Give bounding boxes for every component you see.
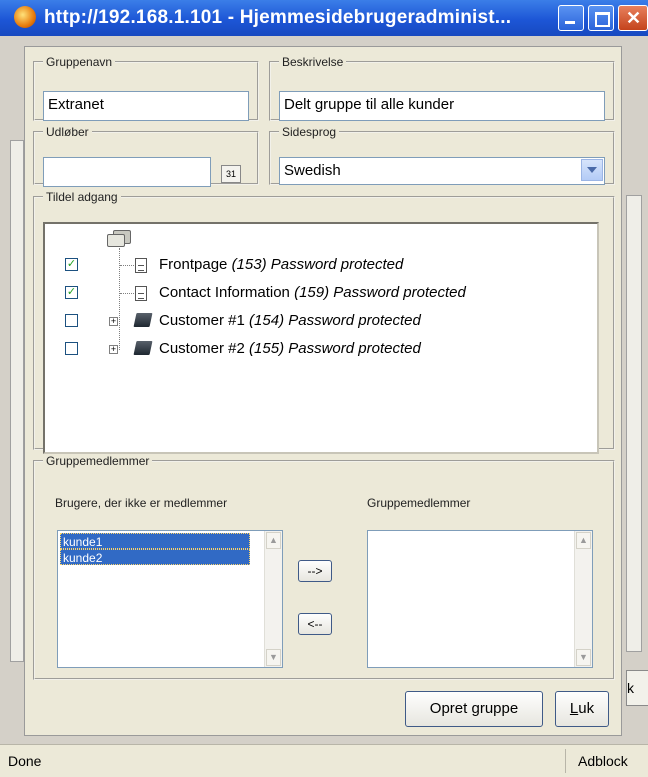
status-bar: Done Adblock bbox=[0, 744, 648, 777]
scroll-up-icon[interactable]: ▲ bbox=[266, 532, 281, 549]
book-icon bbox=[133, 313, 153, 327]
close-button[interactable]: Luk bbox=[555, 691, 609, 727]
background-page-button: k bbox=[626, 670, 648, 706]
scroll-down-icon[interactable]: ▼ bbox=[576, 649, 591, 666]
remove-member-button[interactable]: <-- bbox=[298, 613, 332, 635]
group-name-input[interactable]: Extranet bbox=[43, 91, 249, 121]
language-select[interactable]: Swedish bbox=[279, 157, 605, 185]
list-item[interactable]: kunde1 bbox=[60, 533, 250, 549]
window-title: http://192.168.1.101 - Hjemmesidebrugera… bbox=[44, 7, 512, 28]
tree-item-contact-information[interactable]: Contact Information (159) Password prote… bbox=[159, 284, 466, 301]
members-scrollbar[interactable]: ▲ ▼ bbox=[574, 531, 592, 667]
book-icon bbox=[133, 341, 153, 355]
language-fieldset: Sidesprog Swedish bbox=[269, 125, 615, 185]
checkbox-frontpage[interactable]: ✓ bbox=[65, 258, 78, 271]
expand-icon[interactable]: + bbox=[109, 317, 118, 326]
tree-item-frontpage[interactable]: Frontpage (153) Password protected bbox=[159, 256, 403, 273]
close-window-button[interactable]: ✕ bbox=[618, 5, 648, 31]
description-fieldset: Beskrivelse Delt gruppe til alle kunder bbox=[269, 55, 615, 121]
background-page-edge bbox=[10, 140, 24, 662]
list-item[interactable]: kunde2 bbox=[60, 549, 250, 565]
expires-fieldset: Udløber 31 bbox=[33, 125, 259, 187]
description-input[interactable]: Delt gruppe til alle kunder bbox=[279, 91, 605, 121]
expires-legend: Udløber bbox=[46, 125, 89, 139]
checkbox-contact-information[interactable]: ✓ bbox=[65, 286, 78, 299]
scroll-down-icon[interactable]: ▼ bbox=[266, 649, 281, 666]
access-legend: Tildel adgang bbox=[46, 190, 118, 204]
non-members-scrollbar[interactable]: ▲ ▼ bbox=[264, 531, 282, 667]
language-legend: Sidesprog bbox=[282, 125, 337, 139]
expires-input[interactable] bbox=[43, 157, 211, 187]
background-page-scrollbar bbox=[626, 195, 642, 652]
group-name-fieldset: Gruppenavn Extranet bbox=[33, 55, 259, 121]
members-legend: Gruppemedlemmer bbox=[46, 454, 150, 468]
maximize-button[interactable] bbox=[588, 5, 614, 31]
members-fieldset: Gruppemedlemmer Brugere, der ikke er med… bbox=[33, 454, 615, 680]
group-dialog: Gruppenavn Extranet Beskrivelse Delt gru… bbox=[24, 46, 622, 736]
browser-icon bbox=[14, 6, 36, 28]
description-legend: Beskrivelse bbox=[282, 55, 344, 69]
minimize-button[interactable] bbox=[558, 5, 584, 31]
title-bar: http://192.168.1.101 - Hjemmesidebrugera… bbox=[0, 0, 648, 36]
checkbox-customer-1[interactable] bbox=[65, 314, 78, 327]
non-members-list[interactable]: kunde1 kunde2 ▲ ▼ bbox=[57, 530, 283, 668]
scroll-up-icon[interactable]: ▲ bbox=[576, 532, 591, 549]
tree-line bbox=[119, 248, 120, 350]
status-divider bbox=[565, 749, 566, 773]
group-name-legend: Gruppenavn bbox=[46, 55, 113, 69]
tree-item-customer-2[interactable]: Customer #2 (155) Password protected bbox=[159, 340, 421, 357]
access-fieldset: Tildel adgang ✓ Frontpage (153) Password… bbox=[33, 190, 615, 454]
chevron-down-icon[interactable] bbox=[581, 159, 603, 181]
members-label: Gruppemedlemmer bbox=[367, 496, 471, 510]
tree-item-customer-1[interactable]: Customer #1 (154) Password protected bbox=[159, 312, 421, 329]
adblock-status[interactable]: Adblock bbox=[578, 753, 628, 769]
add-member-button[interactable]: --> bbox=[298, 560, 332, 582]
calendar-button[interactable]: 31 bbox=[221, 165, 241, 183]
access-tree: ✓ Frontpage (153) Password protected ✓ C… bbox=[43, 222, 599, 454]
expand-icon[interactable]: + bbox=[109, 345, 118, 354]
non-members-label: Brugere, der ikke er medlemmer bbox=[55, 496, 228, 510]
page-icon bbox=[135, 258, 147, 273]
close-icon: ✕ bbox=[626, 8, 642, 28]
page-icon bbox=[135, 286, 147, 301]
members-list[interactable]: ▲ ▼ bbox=[367, 530, 593, 668]
checkbox-customer-2[interactable] bbox=[65, 342, 78, 355]
root-folder-icon bbox=[107, 230, 131, 247]
create-group-button[interactable]: Opret gruppe bbox=[405, 691, 543, 727]
status-text: Done bbox=[8, 753, 42, 769]
